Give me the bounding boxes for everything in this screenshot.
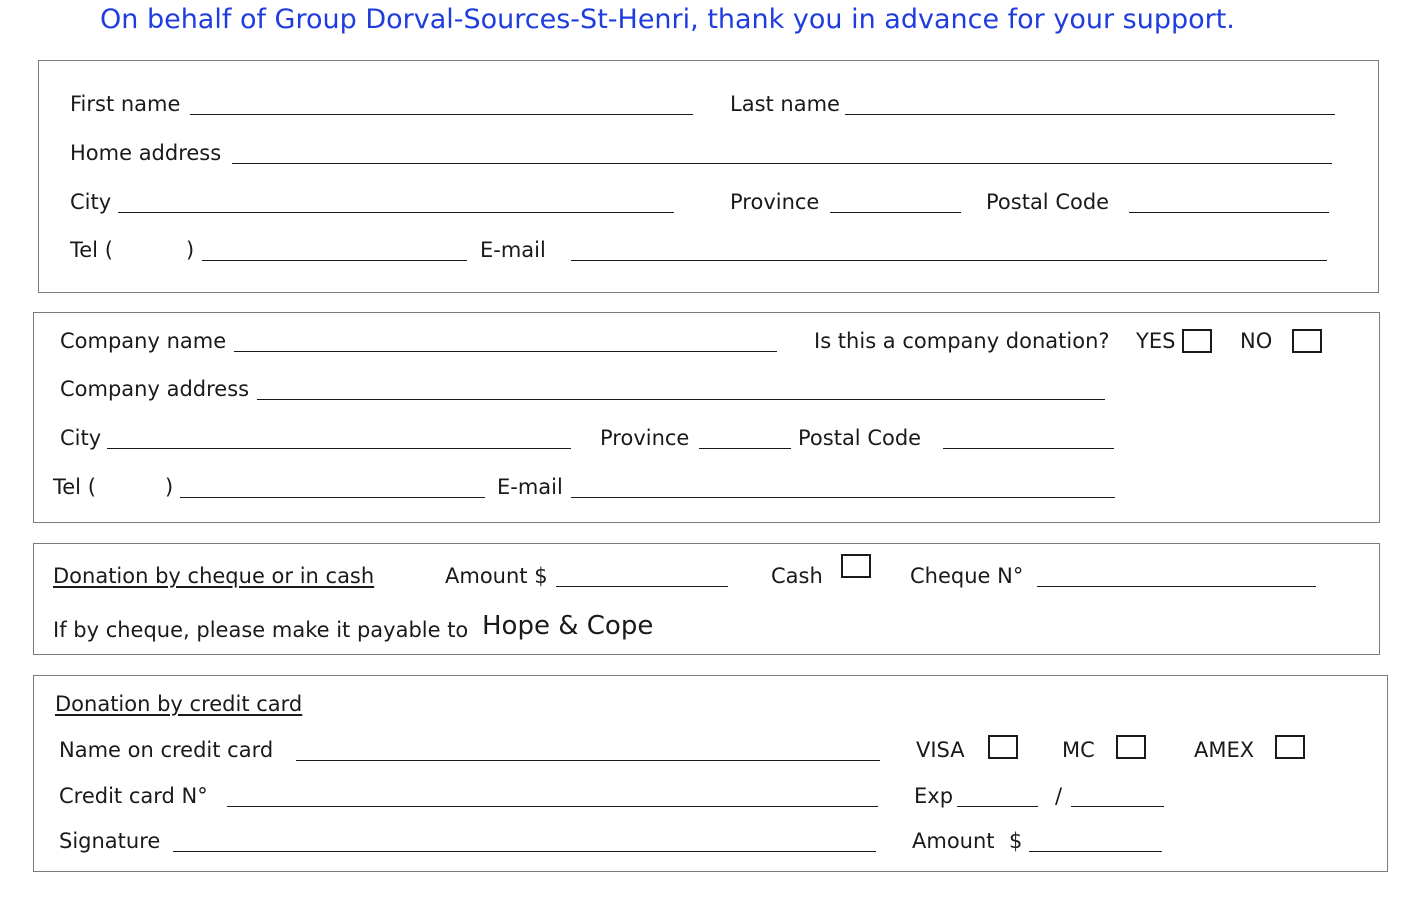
company-province-label: Province xyxy=(600,426,690,450)
last-name-field[interactable] xyxy=(845,114,1335,115)
mc-checkbox[interactable] xyxy=(1116,735,1146,759)
amex-checkbox[interactable] xyxy=(1275,735,1305,759)
company-city-label: City xyxy=(60,426,102,450)
payee-name: Hope & Cope xyxy=(482,611,654,641)
visa-label: VISA xyxy=(916,738,965,762)
tel-field[interactable] xyxy=(202,260,467,261)
last-name-label: Last name xyxy=(730,92,840,116)
page-title: On behalf of Group Dorval-Sources-St-Hen… xyxy=(100,4,1235,35)
card-amount-label: Amount xyxy=(912,829,995,853)
cheque-number-field[interactable] xyxy=(1037,586,1316,587)
company-province-field[interactable] xyxy=(699,448,791,449)
exp-year-field[interactable] xyxy=(1071,806,1164,807)
name-on-card-label: Name on credit card xyxy=(59,738,274,762)
cash-label: Cash xyxy=(771,564,823,588)
company-tel-field[interactable] xyxy=(180,497,485,498)
tel-open-label: Tel ( xyxy=(70,238,113,262)
cheque-cash-heading: Donation by cheque or in cash xyxy=(53,564,375,588)
card-amount-dollar: $ xyxy=(1009,829,1023,853)
company-tel-close-label: ) xyxy=(165,475,174,499)
signature-label: Signature xyxy=(59,829,161,853)
cheque-amount-field[interactable] xyxy=(556,586,728,587)
city-field[interactable] xyxy=(118,212,674,213)
visa-checkbox[interactable] xyxy=(988,735,1018,759)
name-on-card-field[interactable] xyxy=(296,760,880,761)
company-tel-open-label: Tel ( xyxy=(53,475,96,499)
cheque-number-label: Cheque N° xyxy=(910,564,1024,588)
cheque-amount-label: Amount $ xyxy=(445,564,548,588)
first-name-field[interactable] xyxy=(190,114,693,115)
home-address-label: Home address xyxy=(70,141,222,165)
company-info-section xyxy=(33,312,1380,523)
card-number-field[interactable] xyxy=(227,806,878,807)
company-donation-question: Is this a company donation? xyxy=(814,329,1110,353)
company-address-field[interactable] xyxy=(257,399,1105,400)
postal-code-field[interactable] xyxy=(1129,212,1329,213)
payable-to-label: If by cheque, please make it payable to xyxy=(53,618,469,642)
card-number-label: Credit card N° xyxy=(59,784,208,808)
card-amount-field[interactable] xyxy=(1029,851,1162,852)
province-label: Province xyxy=(730,190,820,214)
company-name-field[interactable] xyxy=(234,351,777,352)
company-email-field[interactable] xyxy=(571,497,1115,498)
signature-field[interactable] xyxy=(173,851,876,852)
mc-label: MC xyxy=(1062,738,1095,762)
company-postal-code-label: Postal Code xyxy=(798,426,922,450)
company-address-label: Company address xyxy=(60,377,250,401)
credit-card-heading: Donation by credit card xyxy=(55,692,303,716)
no-label: NO xyxy=(1240,329,1273,353)
exp-slash: / xyxy=(1055,784,1063,808)
email-label: E-mail xyxy=(480,238,546,262)
tel-close-label: ) xyxy=(186,238,195,262)
postal-code-label: Postal Code xyxy=(986,190,1110,214)
company-postal-code-field[interactable] xyxy=(943,448,1114,449)
no-checkbox[interactable] xyxy=(1292,329,1322,353)
yes-label: YES xyxy=(1136,329,1176,353)
province-field[interactable] xyxy=(830,212,961,213)
cash-checkbox[interactable] xyxy=(841,554,871,578)
city-label: City xyxy=(70,190,112,214)
home-address-field[interactable] xyxy=(232,163,1332,164)
exp-label: Exp xyxy=(914,784,954,808)
company-email-label: E-mail xyxy=(497,475,563,499)
personal-info-section xyxy=(38,60,1379,293)
amex-label: AMEX xyxy=(1194,738,1255,762)
company-name-label: Company name xyxy=(60,329,227,353)
first-name-label: First name xyxy=(70,92,181,116)
email-field[interactable] xyxy=(571,260,1327,261)
yes-checkbox[interactable] xyxy=(1182,329,1212,353)
exp-month-field[interactable] xyxy=(957,806,1038,807)
company-city-field[interactable] xyxy=(107,448,571,449)
